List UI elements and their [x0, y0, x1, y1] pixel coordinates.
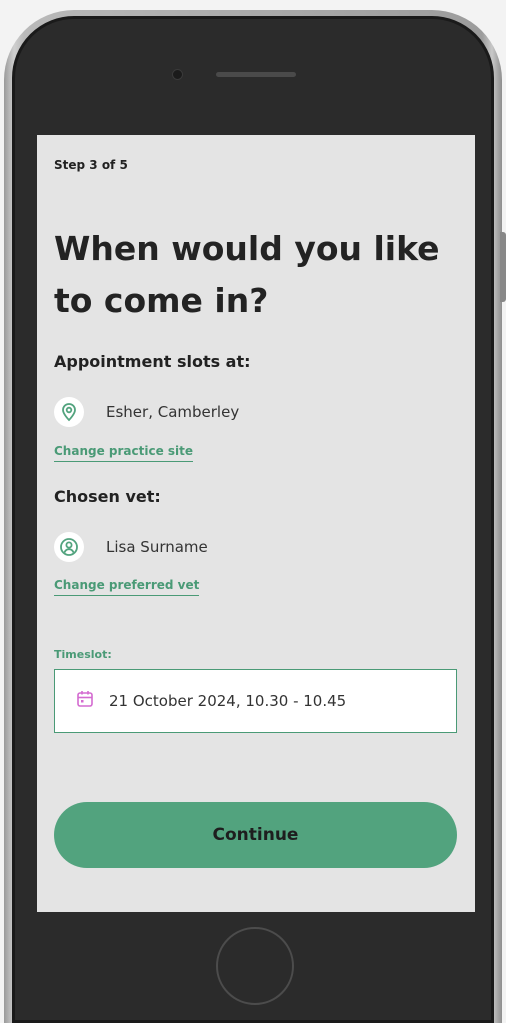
vet-label: Chosen vet:	[54, 487, 161, 506]
timeslot-field[interactable]: 21 October 2024, 10.30 - 10.45	[54, 669, 457, 733]
site-name: Esher, Camberley	[106, 403, 240, 421]
camera-icon	[172, 69, 183, 80]
change-preferred-vet-link[interactable]: Change preferred vet	[54, 578, 200, 596]
booking-screen: Step 3 of 5 When would you like to come …	[37, 135, 475, 912]
change-practice-site-link[interactable]: Change practice site	[54, 444, 194, 462]
step-indicator: Step 3 of 5	[54, 158, 128, 172]
vet-name: Lisa Surname	[106, 538, 208, 556]
location-pin-icon	[54, 397, 84, 427]
speaker-grille	[216, 72, 296, 77]
person-icon	[54, 532, 84, 562]
phone-side-button	[500, 232, 506, 302]
slots-label: Appointment slots at:	[54, 352, 251, 371]
continue-button[interactable]: Continue	[54, 802, 457, 868]
timeslot-label: Timeslot:	[54, 648, 112, 661]
timeslot-value: 21 October 2024, 10.30 - 10.45	[109, 692, 347, 710]
page-title: When would you like to come in?	[54, 229, 440, 320]
home-button[interactable]	[216, 927, 294, 1005]
calendar-icon	[75, 689, 95, 713]
site-row: Esher, Camberley	[54, 397, 239, 427]
vet-row: Lisa Surname	[54, 532, 208, 562]
